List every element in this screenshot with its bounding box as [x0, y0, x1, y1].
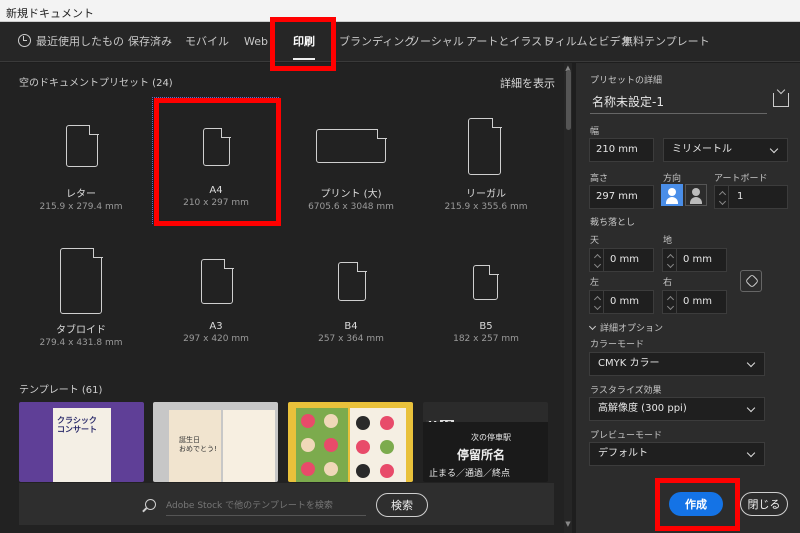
preset-tabloid[interactable]: タブロイド 279.4 x 431.8 mm — [16, 321, 146, 348]
preview-mode-label: プレビューモード — [590, 431, 663, 441]
view-all-link[interactable]: 詳細を表示 — [500, 75, 555, 91]
preset-letter[interactable]: レター 215.9 x 279.4 mm — [16, 185, 146, 212]
raster-effects-label: ラスタライズ効果 — [590, 386, 662, 396]
document-name-field[interactable] — [590, 90, 767, 114]
create-button[interactable]: 作成 — [669, 492, 723, 516]
bleed-bottom-field[interactable]: 0 mm — [662, 248, 727, 272]
template-thumbnail-image: 次の停車駅 停留所名 止まる／通過／終点 — [423, 422, 548, 482]
template-thumbnail-image — [223, 410, 275, 482]
bleed-right-field[interactable]: 0 mm — [662, 290, 727, 314]
bleed-right-label: 右 — [663, 278, 673, 288]
preset-print-large[interactable]: プリント (大) 6705.6 x 3048 mm — [286, 185, 416, 212]
height-label: 高さ — [590, 174, 609, 184]
preset-a4[interactable]: A4 210 x 297 mm — [151, 185, 281, 208]
stepper-icon[interactable] — [717, 186, 729, 208]
chevron-down-icon — [746, 403, 756, 413]
width-label: 幅 — [590, 127, 600, 137]
template-thumbnail-image — [296, 408, 348, 482]
template-thumbnail-image — [350, 408, 406, 482]
chevron-down-icon — [769, 144, 779, 154]
chevron-down-icon — [746, 358, 756, 368]
bleed-left-label: 左 — [590, 278, 600, 288]
landscape-icon — [690, 188, 702, 204]
bleed-left-field[interactable]: 0 mm — [589, 290, 654, 314]
active-tab-indicator — [293, 58, 315, 60]
presets-section-label: 空のドキュメントプリセット (24) — [19, 78, 173, 89]
preset-b5[interactable]: B5 182 x 257 mm — [421, 321, 551, 344]
width-field[interactable]: 210 mm — [589, 138, 654, 162]
document-icon — [203, 127, 231, 166]
document-icon — [201, 258, 234, 304]
presets-scrollbar[interactable] — [564, 63, 572, 533]
tab-branding[interactable]: ブランディング — [339, 22, 415, 62]
document-icon — [60, 247, 103, 314]
bleed-top-field[interactable]: 0 mm — [589, 248, 654, 272]
color-mode-label: カラーモード — [590, 340, 645, 350]
stepper-icon[interactable] — [592, 249, 604, 271]
scroll-down-icon[interactable]: ▼ — [563, 520, 573, 530]
stepper-icon[interactable] — [592, 291, 604, 313]
tab-social[interactable]: ソーシャル — [409, 22, 464, 62]
tab-film-video[interactable]: フィルムとビデオ — [544, 22, 632, 62]
unit-dropdown[interactable]: ミリメートル — [663, 138, 788, 162]
tab-web[interactable]: Web — [244, 22, 268, 62]
artboard-label: アートボード — [714, 174, 768, 184]
advanced-options-toggle[interactable]: 詳細オプション — [600, 321, 663, 334]
portrait-icon — [666, 188, 678, 204]
stepper-icon[interactable] — [665, 249, 677, 271]
chevron-down-icon — [746, 448, 756, 458]
scrollbar-thumb[interactable] — [566, 70, 571, 130]
tab-saved[interactable]: 保存済み — [128, 22, 172, 62]
template-pattern[interactable] — [288, 402, 413, 482]
document-icon — [473, 264, 499, 300]
link-icon[interactable] — [740, 270, 762, 292]
document-icon — [66, 124, 99, 167]
tab-free-templates[interactable]: 無料テンプレート — [622, 22, 710, 62]
portrait-orientation-button[interactable] — [661, 184, 683, 206]
tab-art-illustration[interactable]: アートとイラスト — [466, 22, 553, 62]
search-icon — [145, 499, 156, 510]
document-icon — [338, 261, 367, 301]
document-icon — [316, 128, 387, 163]
preset-a3[interactable]: A3 297 x 420 mm — [151, 321, 281, 344]
bleed-bottom-label: 地 — [663, 236, 673, 246]
template-station-board[interactable]: 11 12 次の停車駅 停留所名 止まる／通過／終点 — [423, 402, 548, 482]
template-classic-concert[interactable]: クラシック コンサート — [19, 402, 144, 482]
tab-print[interactable]: 印刷 — [293, 22, 315, 62]
artboard-field[interactable]: 1 — [714, 185, 788, 209]
templates-section-label: テンプレート (61) — [19, 385, 103, 396]
landscape-orientation-button[interactable] — [685, 184, 707, 206]
raster-effects-dropdown[interactable]: 高解像度 (300 ppi) — [589, 397, 765, 421]
close-button[interactable]: 閉じる — [740, 492, 788, 516]
tab-recent[interactable]: 最近使用したもの — [18, 22, 124, 62]
orientation-label: 方向 — [663, 174, 682, 184]
height-field[interactable]: 297 mm — [589, 185, 654, 209]
template-thumbnail-image: 誕生日 おめでとう! — [169, 410, 221, 482]
tab-mobile[interactable]: モバイル — [185, 22, 229, 62]
clock-icon — [18, 34, 31, 47]
template-thumbnail-image: クラシック コンサート — [53, 408, 111, 482]
category-tabs: 最近使用したもの 保存済み モバイル Web 印刷 ブランディング ソーシャル … — [0, 22, 800, 62]
bleed-top-label: 天 — [590, 236, 600, 246]
bleed-label: 裁ち落とし — [590, 218, 636, 228]
save-preset-icon[interactable] — [773, 93, 789, 107]
stock-search-input[interactable] — [166, 496, 366, 516]
preset-b4[interactable]: B4 257 x 364 mm — [286, 321, 416, 344]
stepper-icon[interactable] — [665, 291, 677, 313]
search-button[interactable]: 検索 — [376, 493, 428, 517]
preview-mode-dropdown[interactable]: デフォルト — [589, 442, 765, 466]
document-icon — [468, 117, 502, 175]
preset-legal[interactable]: リーガル 215.9 x 355.6 mm — [421, 185, 551, 212]
window-title: 新規ドキュメント — [0, 0, 800, 22]
color-mode-dropdown[interactable]: CMYK カラー — [589, 352, 765, 376]
template-birthday-card[interactable]: 誕生日 おめでとう! — [153, 402, 278, 482]
details-header: プリセットの詳細 — [590, 76, 663, 86]
